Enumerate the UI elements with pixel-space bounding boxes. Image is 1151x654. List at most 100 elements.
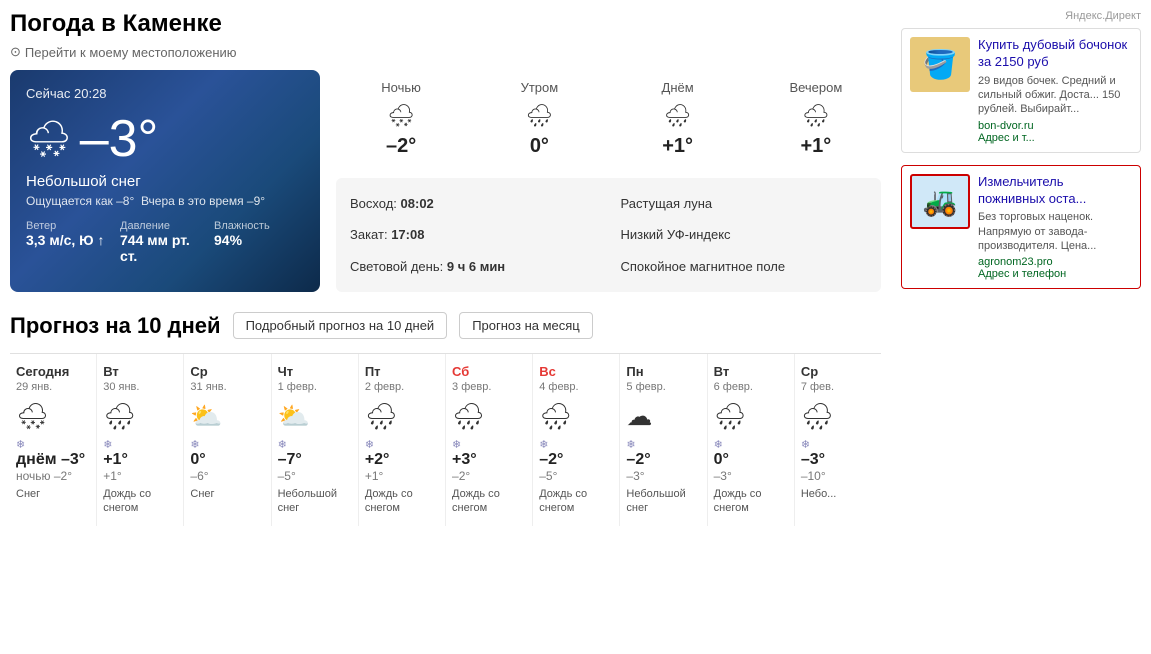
- day-8-low: –3°: [714, 469, 788, 483]
- location-icon: ⊙: [10, 44, 21, 60]
- ad-1-desc: 29 видов бочек. Средний и сильный обжиг.…: [978, 74, 1132, 117]
- day-3-high: –7°: [278, 451, 352, 469]
- day-4-name: Пт: [365, 364, 439, 379]
- ad-2-title[interactable]: Измельчитель пожнивных оста...: [978, 174, 1132, 208]
- day-0-name: Сегодня: [16, 364, 90, 379]
- day-3-date: 1 февр.: [278, 381, 352, 393]
- day-0-date: 29 янв.: [16, 381, 90, 393]
- day-3-desc: Небольшой снег: [278, 487, 352, 516]
- pressure-value: 744 мм рт. ст.: [120, 232, 210, 264]
- day-1-name: Вт: [103, 364, 177, 379]
- day-1-date: 30 янв.: [103, 381, 177, 393]
- current-temperature: –3°: [80, 109, 159, 169]
- day-7-name: Пн: [626, 364, 700, 379]
- day-6-low: –5°: [539, 469, 613, 483]
- tod-night-label: Ночью: [340, 80, 462, 95]
- sunset-value: 17:08: [391, 227, 424, 242]
- sunrise-info: Восход: 08:02: [350, 192, 597, 215]
- day-1-icon: 🌧: [103, 401, 177, 432]
- tod-morning: Утром 🌧 0°: [474, 70, 604, 168]
- timeofday-forecast: Ночью 🌨 –2° Утром 🌧 0° Днём 🌧 +1°: [336, 70, 881, 168]
- day-4-high: +2°: [365, 451, 439, 469]
- sidebar: Яндекс.Директ 🪣 Купить дубовый бочонок з…: [891, 10, 1151, 526]
- day-0-low: ночью –2°: [16, 469, 90, 483]
- daylight-value: 9 ч 6 мин: [447, 259, 505, 274]
- day-9-icon: 🌧: [801, 401, 875, 432]
- pressure-label: Давление: [120, 220, 210, 232]
- day-8-high: 0°: [714, 451, 788, 469]
- forecast-day-3: Чт 1 февр. ⛅ ❄ –7° –5° Небольшой снег: [272, 354, 359, 526]
- forecast-day-1: Вт 30 янв. 🌧 ❄ +1° +1° Дождь со снегом: [97, 354, 184, 526]
- detailed-forecast-button[interactable]: Подробный прогноз на 10 дней: [233, 312, 448, 339]
- day-3-name: Чт: [278, 364, 352, 379]
- location-link[interactable]: ⊙ Перейти к моему местоположению: [10, 44, 881, 60]
- tod-day-temp: +1°: [617, 135, 739, 158]
- monthly-forecast-button[interactable]: Прогноз на месяц: [459, 312, 593, 339]
- day-0-desc: Снег: [16, 487, 90, 501]
- tod-night: Ночью 🌨 –2°: [336, 70, 466, 168]
- forecast-day-5: Сб 3 февр. 🌧 ❄ +3° –2° Дождь со снегом: [446, 354, 533, 526]
- page-title: Погода в Каменке: [10, 10, 881, 38]
- day-2-icon: ⛅: [190, 401, 264, 432]
- ad-label: Яндекс.Директ: [901, 10, 1141, 22]
- forecast-day-8: Вт 6 февр. 🌧 ❄ 0° –3° Дождь со снегом: [708, 354, 795, 526]
- forecast-header: Прогноз на 10 дней Подробный прогноз на …: [10, 312, 881, 339]
- day-4-icon: 🌧: [365, 401, 439, 432]
- ad-2-desc: Без торговых наценок. Напрямую от завода…: [978, 210, 1132, 253]
- tod-night-icon: 🌨: [340, 103, 462, 129]
- day-2-desc: Снег: [190, 487, 264, 501]
- day-9-name: Ср: [801, 364, 875, 379]
- uv-info: Низкий УФ-индекс: [621, 223, 868, 246]
- day-9-date: 7 фев.: [801, 381, 875, 393]
- magnetic-label: Спокойное магнитное поле: [621, 259, 786, 274]
- forecast-title: Прогноз на 10 дней: [10, 313, 221, 339]
- day-4-desc: Дождь со снегом: [365, 487, 439, 516]
- magnetic-info: Спокойное магнитное поле: [621, 255, 868, 278]
- day-3-low: –5°: [278, 469, 352, 483]
- sunset-label: Закат:: [350, 227, 388, 242]
- ad-1-title[interactable]: Купить дубовый бочонок за 2150 руб: [978, 37, 1132, 71]
- tod-morning-label: Утром: [478, 80, 600, 95]
- ad-1-link2[interactable]: Адрес и т...: [978, 132, 1132, 144]
- tod-evening: Вечером 🌧 +1°: [751, 70, 881, 168]
- tod-evening-label: Вечером: [755, 80, 877, 95]
- forecast-grid: Сегодня 29 янв. 🌨 ❄ днём –3° ночью –2° С…: [10, 353, 881, 526]
- ad-2-link: agronom23.pro: [978, 256, 1132, 268]
- tod-morning-icon: 🌧: [478, 103, 600, 129]
- feels-like: Ощущается как –8° Вчера в это время –9°: [26, 194, 304, 208]
- day-5-high: +3°: [452, 451, 526, 469]
- wind-value: 3,3 м/с, Ю ↑: [26, 232, 116, 248]
- wind-label: Ветер: [26, 220, 116, 232]
- forecast-day-6: Вс 4 февр. 🌧 ❄ –2° –5° Дождь со снегом: [533, 354, 620, 526]
- sunrise-label: Восход:: [350, 196, 397, 211]
- current-weather-card: Сейчас 20:28 🌨 –3° Небольшой снег Ощущае…: [10, 70, 320, 292]
- tod-day-icon: 🌧: [617, 103, 739, 129]
- day-1-desc: Дождь со снегом: [103, 487, 177, 516]
- day-5-low: –2°: [452, 469, 526, 483]
- day-2-low: –6°: [190, 469, 264, 483]
- day-1-low: +1°: [103, 469, 177, 483]
- day-9-desc: Небо...: [801, 487, 875, 501]
- day-6-icon: 🌧: [539, 401, 613, 432]
- day-3-icon: ⛅: [278, 401, 352, 432]
- day-7-low: –3°: [626, 469, 700, 483]
- day-7-high: –2°: [626, 451, 700, 469]
- day-7-desc: Небольшой снег: [626, 487, 700, 516]
- location-link-label: Перейти к моему местоположению: [25, 45, 237, 60]
- day-0-icon: 🌨: [16, 401, 90, 432]
- day-9-low: –10°: [801, 469, 875, 483]
- ad-2-link2[interactable]: Адрес и телефон: [978, 268, 1132, 280]
- day-1-high: +1°: [103, 451, 177, 469]
- sun-info-block: Восход: 08:02 Растущая луна Закат: 17:08…: [336, 178, 881, 292]
- current-description: Небольшой снег: [26, 173, 304, 190]
- day-2-name: Ср: [190, 364, 264, 379]
- ad-1-link: bon-dvor.ru: [978, 120, 1132, 132]
- ad-block-2[interactable]: 🚜 Измельчитель пожнивных оста... Без тор…: [901, 165, 1141, 290]
- moon-label: Растущая луна: [621, 196, 713, 211]
- forecast-day-0: Сегодня 29 янв. 🌨 ❄ днём –3° ночью –2° С…: [10, 354, 97, 526]
- day-7-icon: ☁: [626, 401, 700, 432]
- ad-2-text: Измельчитель пожнивных оста... Без торго…: [978, 174, 1132, 281]
- humidity-value: 94%: [214, 232, 304, 248]
- humidity-label: Влажность: [214, 220, 304, 232]
- ad-block-1[interactable]: 🪣 Купить дубовый бочонок за 2150 руб 29 …: [901, 28, 1141, 153]
